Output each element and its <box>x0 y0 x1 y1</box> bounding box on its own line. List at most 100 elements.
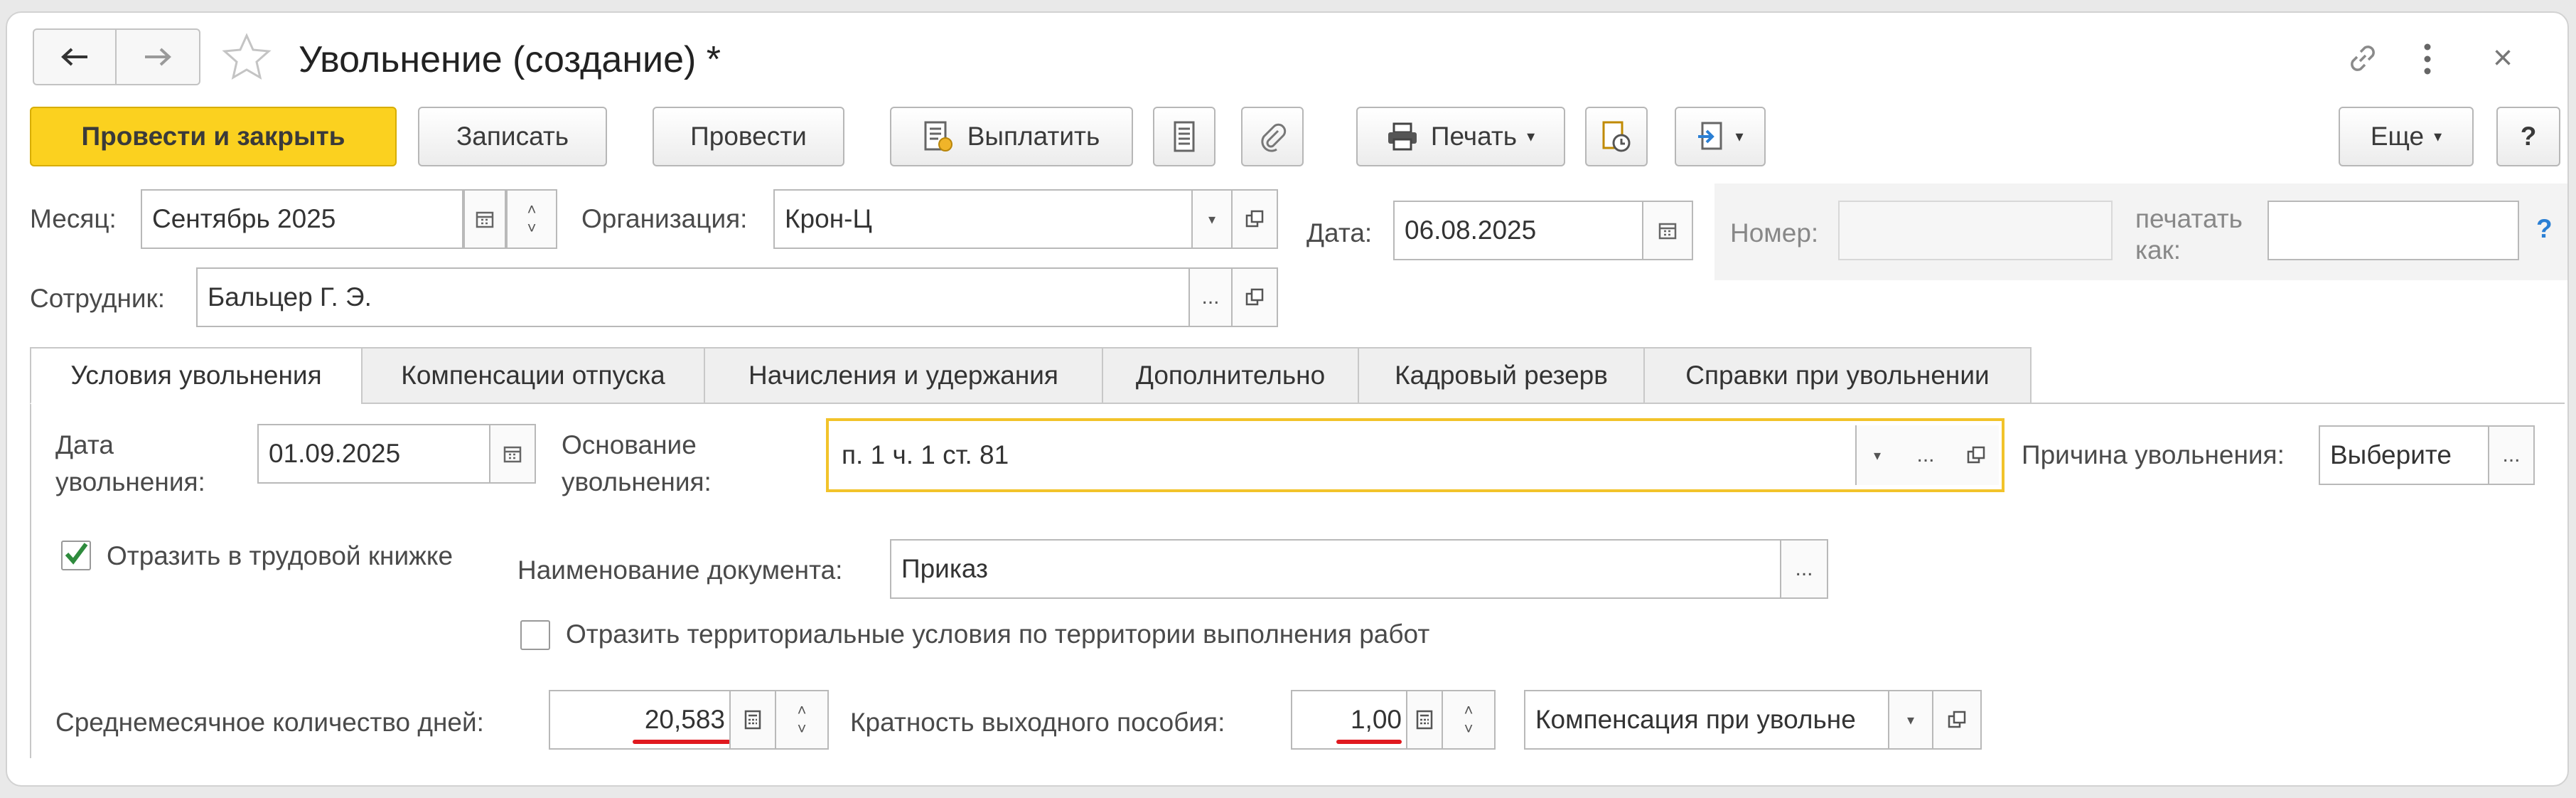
month-field[interactable]: Сентябрь 2025 <box>141 189 463 249</box>
stepper-down-icon: ˅ <box>1464 720 1474 738</box>
number-field[interactable] <box>1838 201 2113 260</box>
dismissal-date-calendar-button[interactable] <box>489 424 536 484</box>
basis-field[interactable]: п. 1 ч. 1 ст. 81 <box>832 425 1854 485</box>
document-name-label: Наименование документа: <box>517 555 843 585</box>
list-document-icon <box>1174 121 1195 152</box>
print-button[interactable]: Печать ▾ <box>1356 107 1565 166</box>
month-calendar-button[interactable] <box>463 189 506 249</box>
dismissal-date-field[interactable]: 01.09.2025 <box>257 424 490 484</box>
compensation-dropdown-button[interactable]: ▾ <box>1888 690 1933 750</box>
calendar-doc-button[interactable] <box>1585 107 1648 166</box>
print-button-label: Печать <box>1430 122 1518 151</box>
document-name-field[interactable]: Приказ <box>890 539 1781 599</box>
create-based-on-button[interactable]: ▾ <box>1675 107 1766 166</box>
save-button[interactable]: Записать <box>418 107 607 166</box>
post-and-close-button[interactable]: Провести и закрыть <box>30 107 397 166</box>
calendar-icon <box>1658 223 1677 240</box>
organization-field[interactable]: Крон-Ц <box>773 189 1193 249</box>
ellipsis-icon: ... <box>1201 285 1220 309</box>
tab-personnel-reserve[interactable]: Кадровый резерв <box>1358 347 1645 404</box>
organization-label: Организация: <box>581 204 748 233</box>
checkmark-icon <box>65 543 88 565</box>
calculator-icon <box>1416 710 1433 730</box>
back-forward-group <box>33 28 200 85</box>
severance-annotation-underline <box>1336 740 1402 744</box>
attach-button[interactable] <box>1241 107 1304 166</box>
chevron-down-icon: ▾ <box>2434 127 2442 145</box>
basis-select-button[interactable]: ... <box>1898 425 1955 485</box>
document-pay-icon <box>924 121 952 151</box>
workbook-checkbox[interactable] <box>61 541 91 570</box>
employee-label: Сотрудник: <box>30 284 166 313</box>
month-stepper[interactable]: ˄ ˅ <box>506 189 557 249</box>
post-button[interactable]: Провести <box>653 107 844 166</box>
open-form-icon <box>1245 210 1264 228</box>
number-label: Номер: <box>1730 218 1819 248</box>
document-name-select-button[interactable]: ... <box>1780 539 1828 599</box>
avg-days-stepper[interactable]: ˄ ˅ <box>775 690 829 750</box>
compensation-open-button[interactable] <box>1932 690 1982 750</box>
print-as-label-line1: печатать <box>2135 204 2243 233</box>
organization-open-button[interactable] <box>1231 189 1278 249</box>
basis-label-line2: увольнения: <box>562 467 712 496</box>
avg-days-label: Среднемесячное количество дней: <box>55 708 484 737</box>
date-label: Дата: <box>1306 218 1373 248</box>
avg-days-annotation-underline <box>633 740 731 744</box>
stepper-down-icon: ˅ <box>527 219 537 237</box>
organization-dropdown-button[interactable]: ▾ <box>1191 189 1233 249</box>
reason-field[interactable]: Выберите <box>2319 425 2489 485</box>
stepper-down-icon: ˅ <box>797 720 807 738</box>
compensation-type-field[interactable]: Компенсация при увольне <box>1524 690 1889 750</box>
chevron-down-icon: ▾ <box>1735 127 1744 145</box>
employee-field[interactable]: Бальцер Г. Э. <box>196 267 1190 327</box>
ellipsis-icon: ... <box>2502 443 2521 467</box>
basis-open-button[interactable] <box>1953 425 1999 485</box>
tab-accruals-deductions[interactable]: Начисления и удержания <box>704 347 1103 404</box>
tab-vacation-compensation[interactable]: Компенсации отпуска <box>361 347 705 404</box>
tab-additional[interactable]: Дополнительно <box>1102 347 1359 404</box>
printer-icon <box>1388 122 1417 151</box>
dismissal-date-label-line2: увольнения: <box>55 467 205 496</box>
tab-dismissal-certificates[interactable]: Справки при увольнении <box>1643 347 2032 404</box>
header-help-link[interactable]: ? <box>2536 213 2553 245</box>
employee-select-button[interactable]: ... <box>1188 267 1233 327</box>
calendar-icon <box>476 211 494 228</box>
report-button[interactable] <box>1153 107 1215 166</box>
paperclip-icon <box>1261 123 1287 152</box>
basis-dropdown-button[interactable]: ▾ <box>1855 425 1899 485</box>
more-button-label: Еще <box>2370 122 2425 151</box>
basis-label-line1: Основание <box>562 430 697 459</box>
open-form-icon <box>1967 446 1985 464</box>
forward-button[interactable] <box>117 30 199 84</box>
severance-stepper[interactable]: ˄ ˅ <box>1442 690 1496 750</box>
close-icon[interactable]: × <box>2485 37 2521 80</box>
link-icon[interactable] <box>2346 41 2380 75</box>
document-arrow-icon <box>1698 122 1722 150</box>
print-as-label-line2: как: <box>2135 235 2181 265</box>
date-calendar-button[interactable] <box>1642 201 1693 260</box>
back-button[interactable] <box>34 30 117 84</box>
open-form-icon <box>1245 288 1264 306</box>
help-button[interactable]: ? <box>2496 107 2560 166</box>
stepper-up-icon: ˄ <box>527 201 537 218</box>
print-as-field[interactable] <box>2268 201 2519 260</box>
chevron-down-icon: ▾ <box>1208 211 1216 228</box>
more-button[interactable]: Еще ▾ <box>2339 107 2474 166</box>
stepper-up-icon: ˄ <box>797 701 807 719</box>
chevron-down-icon: ▾ <box>1906 712 1915 728</box>
date-field[interactable]: 06.08.2025 <box>1393 201 1643 260</box>
avg-days-calculator-button[interactable] <box>729 690 776 750</box>
severance-calculator-button[interactable] <box>1406 690 1443 750</box>
favorite-star-button[interactable] <box>220 31 273 84</box>
reason-select-button[interactable]: ... <box>2488 425 2535 485</box>
tab-dismissal-conditions[interactable]: Условия увольнения <box>30 347 363 404</box>
calculator-icon <box>744 710 761 730</box>
pay-button[interactable]: Выплатить <box>890 107 1133 166</box>
territorial-checkbox[interactable] <box>520 620 550 650</box>
calendar-icon <box>503 446 522 463</box>
employee-open-button[interactable] <box>1231 267 1278 327</box>
open-form-icon <box>1948 711 1966 728</box>
workbook-checkbox-label: Отразить в трудовой книжке <box>107 541 454 570</box>
more-menu-icon[interactable] <box>2417 40 2438 78</box>
pay-button-label: Выплатить <box>967 122 1100 151</box>
